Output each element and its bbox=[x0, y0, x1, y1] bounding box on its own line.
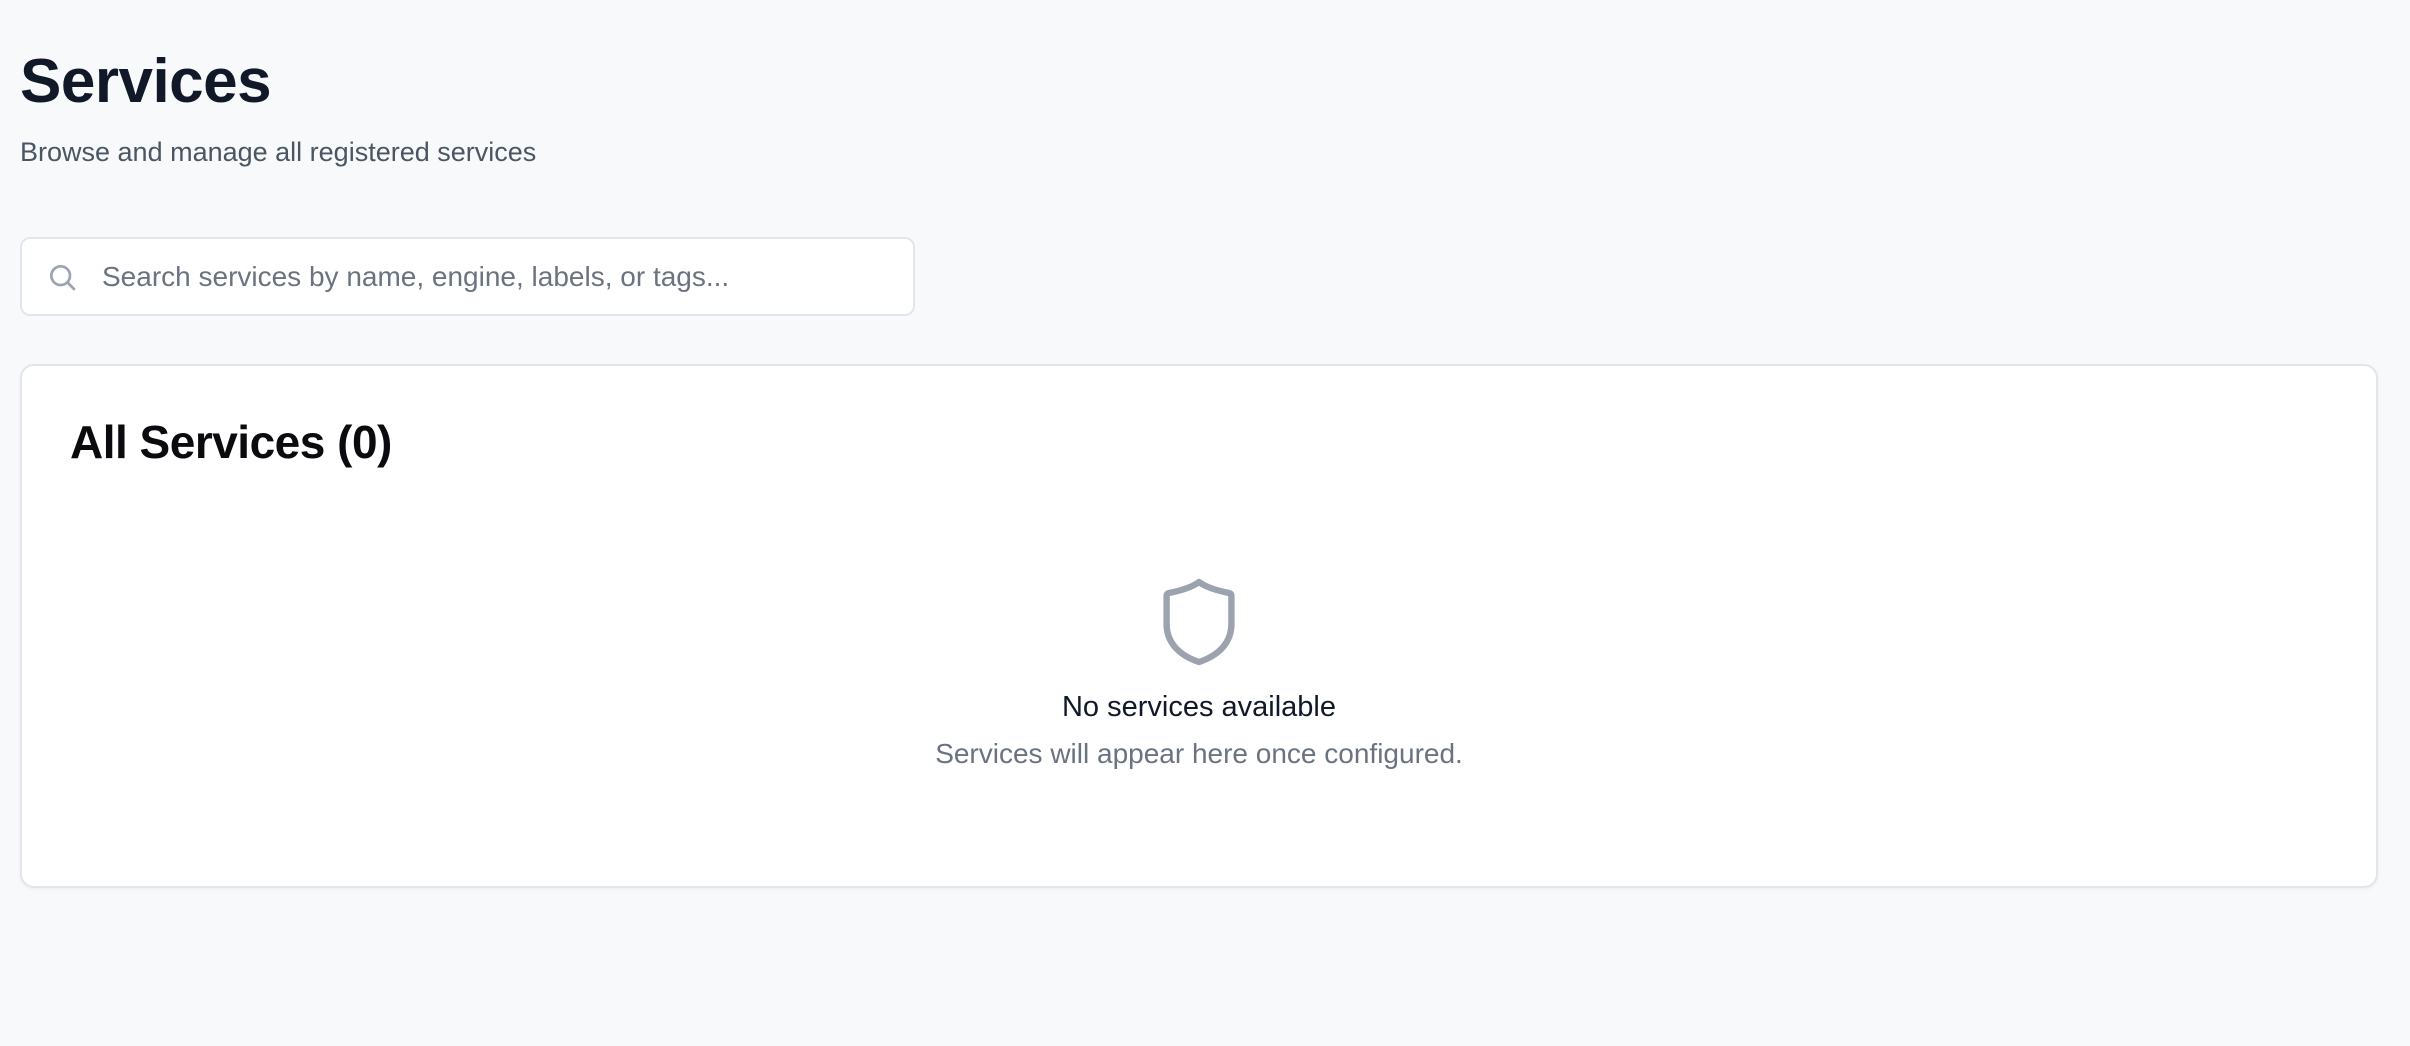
services-card: All Services (0) No services available S… bbox=[20, 364, 2378, 888]
shield-icon bbox=[1163, 578, 1235, 666]
search-input[interactable] bbox=[102, 239, 892, 314]
search-box[interactable] bbox=[20, 237, 915, 316]
page-title: Services bbox=[20, 47, 272, 116]
page-subtitle: Browse and manage all registered service… bbox=[20, 137, 537, 167]
empty-state: No services available Services will appe… bbox=[22, 576, 2376, 772]
search-icon bbox=[50, 265, 76, 291]
card-title: All Services (0) bbox=[70, 416, 392, 468]
empty-state-title: No services available bbox=[1061, 691, 1336, 723]
empty-state-description: Services will appear here once configure… bbox=[935, 738, 1463, 769]
